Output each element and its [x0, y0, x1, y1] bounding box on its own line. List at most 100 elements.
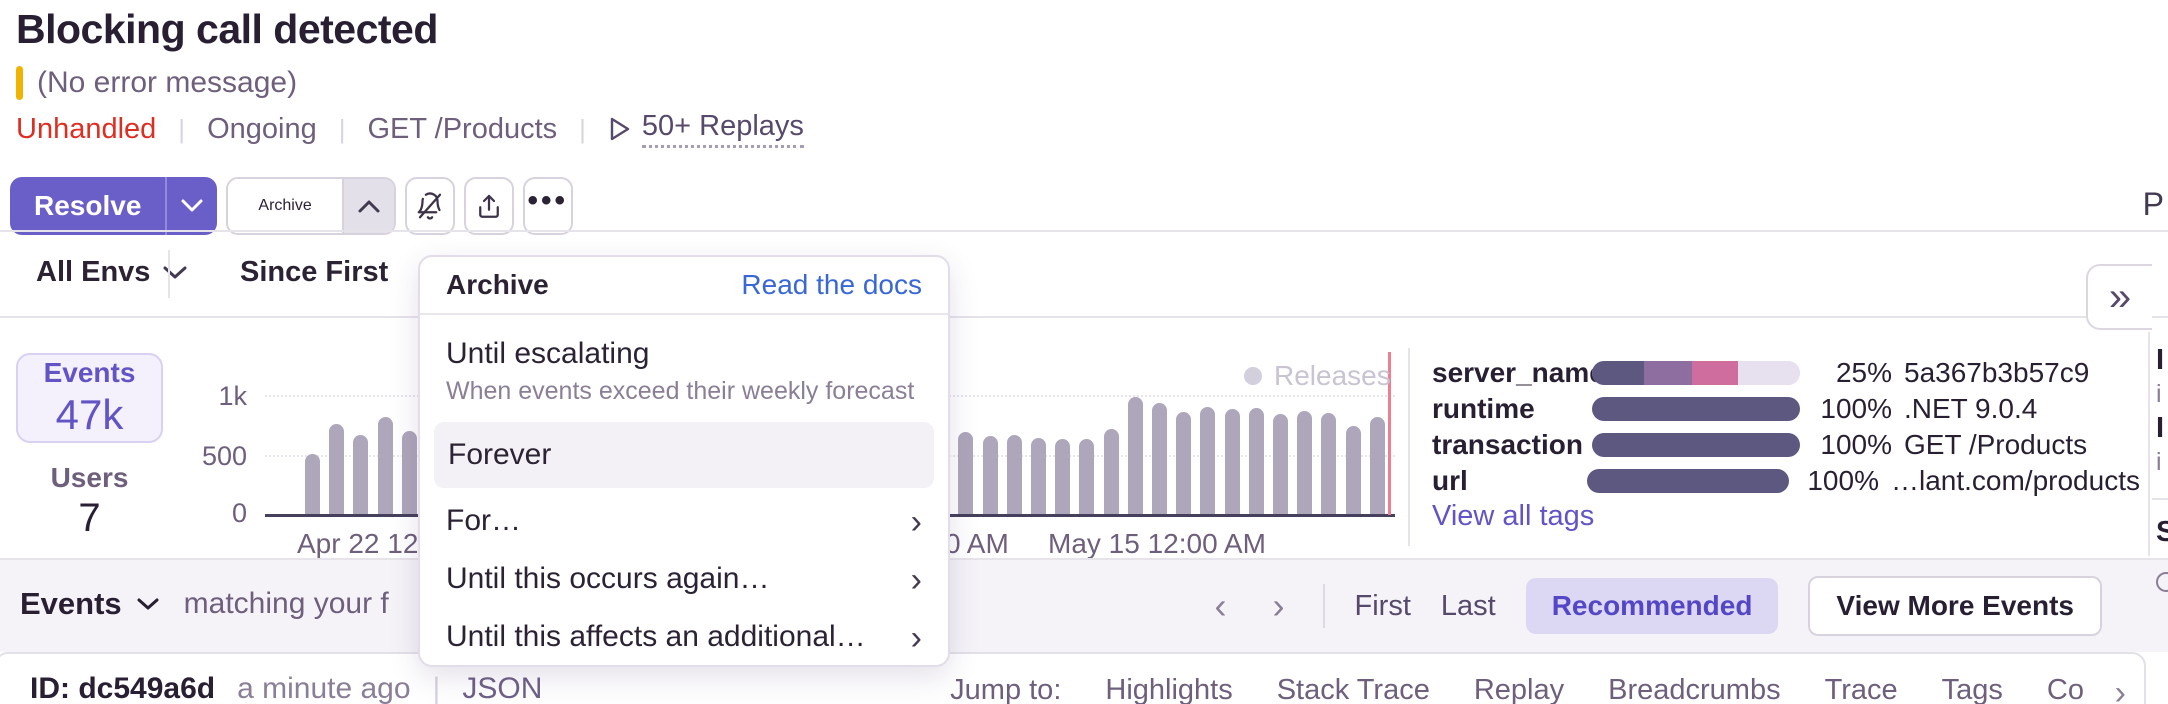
archive-menu-item[interactable]: Until this occurs again…›: [420, 550, 948, 608]
menu-item-label: Forever: [448, 438, 920, 472]
events-section-title: Events: [20, 586, 122, 622]
tag-percent: 100%: [1808, 429, 1892, 461]
archive-menu-item[interactable]: Until this affects an additional…›: [420, 608, 948, 666]
chart-bar: [305, 454, 320, 515]
archive-menu-item[interactable]: Until escalating When events exceed their…: [420, 325, 948, 418]
archive-menu-items: Until escalating When events exceed their…: [420, 315, 948, 667]
tag-percent: 100%: [1808, 393, 1892, 425]
tag-distribution-bar: [1587, 469, 1789, 493]
tag-bar-segment: [1738, 361, 1800, 385]
view-all-tags-link[interactable]: View all tags: [1432, 500, 1594, 533]
event-id-row: ID: dc549a6d a minute ago | JSON: [30, 672, 542, 704]
archive-dropdown-menu: Archive Read the docs Until escalating Wh…: [418, 255, 950, 667]
tag-value: …lant.com/products: [1891, 465, 2140, 497]
event-timestamp: a minute ago: [237, 672, 410, 704]
jump-to-link-stack-trace[interactable]: Stack Trace: [1277, 674, 1430, 704]
x-axis-tick-apr22: Apr 22 12:: [297, 528, 426, 560]
archive-menu-title: Archive: [446, 269, 549, 301]
menu-item-label: For…: [446, 504, 922, 538]
sidebar-subdivider: [2152, 498, 2168, 500]
jump-to-link-tags[interactable]: Tags: [1942, 674, 2003, 704]
chevron-down-icon: [136, 597, 160, 612]
sidebar-text-fragment: I: [2156, 344, 2164, 377]
tag-bar-segment: [1644, 361, 1692, 385]
chart-bar: [1370, 417, 1385, 515]
events-pagination-controls: ‹ › First Last Recommended View More Eve…: [1207, 576, 2103, 636]
tag-bar-segment: [1592, 361, 1644, 385]
card-separator: |: [433, 672, 441, 704]
issue-details-page: Blocking call detected (No error message…: [0, 0, 2168, 704]
chevron-right-icon: ›: [911, 619, 922, 658]
jump-to-link-co[interactable]: Co: [2047, 674, 2084, 704]
chevron-right-icon: ›: [911, 561, 922, 600]
tag-distribution-bar: [1592, 433, 1800, 457]
next-event-button[interactable]: ›: [1265, 585, 1293, 627]
view-more-events-button[interactable]: View More Events: [1808, 576, 2102, 636]
chart-bar: [378, 417, 393, 515]
tag-value: GET /Products: [1904, 429, 2087, 461]
read-the-docs-link[interactable]: Read the docs: [741, 269, 922, 301]
tag-key: url: [1432, 465, 1587, 497]
chart-bar: [1007, 435, 1022, 515]
jump-to-label: Jump to:: [950, 674, 1061, 704]
first-event-button[interactable]: First: [1355, 590, 1411, 623]
events-dropdown[interactable]: Events matching your f: [20, 586, 389, 622]
tag-bar-segment: [1692, 361, 1738, 385]
json-link[interactable]: JSON: [462, 672, 542, 704]
legend-dot-icon: [1244, 367, 1262, 385]
tag-row[interactable]: runtime100%.NET 9.0.4: [1432, 394, 2140, 424]
menu-item-description: When events exceed their weekly forecast: [446, 377, 922, 406]
jump-to-link-breadcrumbs[interactable]: Breadcrumbs: [1608, 674, 1780, 704]
menu-item-label: Until this occurs again…: [446, 562, 922, 596]
chart-bar: [1055, 439, 1070, 515]
chart-tags-divider: [1408, 348, 1410, 546]
event-card: ID: dc549a6d a minute ago | JSON Jump to…: [0, 652, 2146, 704]
chart-bar: [1031, 438, 1046, 515]
sidebar-divider: [2148, 332, 2150, 556]
chart-bar: [1104, 429, 1119, 515]
tag-bar-segment: [1592, 433, 1800, 457]
previous-event-button[interactable]: ‹: [1207, 585, 1235, 627]
tag-distribution-bar: [1592, 361, 1800, 385]
chart-bar: [1176, 412, 1191, 515]
legend-label: Releases: [1274, 360, 1391, 392]
jump-to-link-replay[interactable]: Replay: [1474, 674, 1564, 704]
archive-menu-item[interactable]: Forever: [434, 422, 934, 488]
sidebar-text-fragment: i: [2156, 448, 2162, 477]
jump-to-link-trace[interactable]: Trace: [1825, 674, 1898, 704]
scroll-right-icon[interactable]: ›: [2115, 674, 2126, 704]
chart-bar: [1273, 414, 1288, 515]
tag-key: runtime: [1432, 393, 1592, 425]
collapse-sidebar-button[interactable]: »: [2086, 264, 2152, 330]
chart-bar: [1346, 426, 1361, 515]
chart-bar: [329, 424, 344, 515]
chart-bar: [1225, 409, 1240, 515]
chart-bar: [1321, 413, 1336, 515]
tag-row[interactable]: server_name25%5a367b3b57c9: [1432, 358, 2140, 388]
x-axis-tick-fragment: 0 AM: [945, 528, 1009, 560]
chart-bar: [958, 432, 973, 515]
chart-bar: [402, 431, 417, 515]
tag-row[interactable]: url100%…lant.com/products: [1432, 466, 2140, 496]
sidebar-text-fragment: S: [2156, 516, 2168, 549]
event-id: ID: dc549a6d: [30, 672, 215, 704]
archive-menu-header: Archive Read the docs: [420, 257, 948, 315]
tag-distribution-bar: [1592, 397, 1800, 421]
chart-bar: [1152, 403, 1167, 515]
menu-item-label: Until this affects an additional…: [446, 620, 922, 654]
sidebar-text-fragment: I: [2156, 412, 2164, 445]
last-event-button[interactable]: Last: [1441, 590, 1496, 623]
tag-row[interactable]: transaction100%GET /Products: [1432, 430, 2140, 460]
double-chevron-right-icon: »: [2109, 275, 2131, 320]
tag-value: 5a367b3b57c9: [1904, 357, 2089, 389]
events-section-header: Events matching your f ‹ › First Last Re…: [0, 560, 2168, 652]
archive-menu-item[interactable]: For…›: [420, 492, 948, 550]
chevron-right-icon: ›: [911, 503, 922, 542]
releases-legend[interactable]: Releases: [1244, 360, 1391, 392]
tag-key: server_name: [1432, 357, 1592, 389]
menu-item-label: Until escalating: [446, 337, 922, 371]
events-section-subtitle: matching your f: [184, 587, 389, 621]
tag-bar-segment: [1587, 469, 1789, 493]
recommended-event-toggle[interactable]: Recommended: [1526, 578, 1779, 634]
jump-to-link-highlights[interactable]: Highlights: [1105, 674, 1232, 704]
